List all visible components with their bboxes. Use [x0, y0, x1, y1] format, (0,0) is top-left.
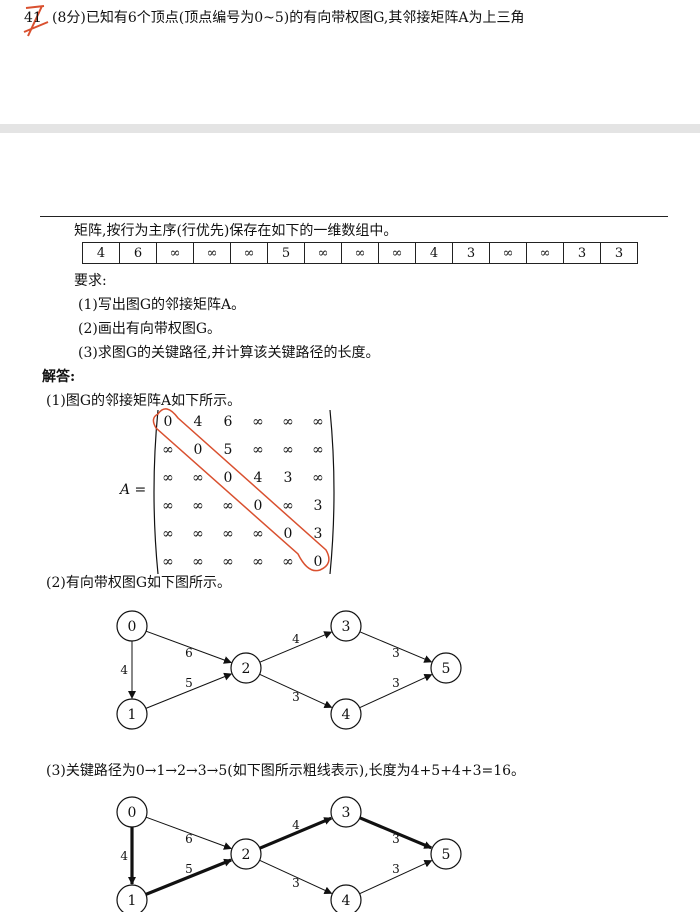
array-cell: ∞: [156, 242, 194, 264]
question-continuation: 矩阵,按行为主序(行优先)保存在如下的一维数组中。: [74, 223, 398, 239]
requirements-label: 要求:: [74, 273, 107, 289]
answer-label: 解答:: [42, 369, 76, 385]
array-cell: 3: [563, 242, 601, 264]
matrix-cell: ∞: [252, 526, 264, 542]
matrix-left-bracket: [153, 409, 159, 575]
array-cell: 3: [600, 242, 638, 264]
matrix-cell: 0: [224, 470, 233, 486]
page-rule: [40, 216, 668, 217]
node-label: 5: [442, 847, 451, 863]
array-row: 4 6 ∞ ∞ ∞ 5 ∞ ∞ ∞ 4 3 ∞ ∞ 3 3: [82, 242, 638, 264]
edge-weight: 5: [185, 862, 193, 876]
edge-weight: 3: [392, 646, 400, 660]
array-cell: 4: [415, 242, 453, 264]
matrix-label: A =: [120, 482, 147, 498]
answer-part3: (3)关键路径为0→1→2→3→5(如下图所示粗线表示),长度为4+5+4+3=…: [46, 763, 526, 779]
edge-weight: 4: [292, 818, 300, 832]
directed-graph: 4 6 5 4 3 3 3 0 1 2 3 4 5: [116, 610, 462, 730]
matrix-right-bracket: [329, 409, 335, 575]
edge-weight: 3: [392, 862, 400, 876]
matrix-cell: ∞: [312, 442, 324, 458]
matrix-cell: ∞: [192, 526, 204, 542]
edge-weight: 3: [292, 690, 300, 704]
array-cell: ∞: [341, 242, 379, 264]
matrix-cell: ∞: [222, 526, 234, 542]
array-cell: ∞: [378, 242, 416, 264]
matrix-cell: 3: [314, 498, 323, 514]
page-break-band: [0, 124, 700, 133]
matrix-cell: 0: [284, 526, 293, 542]
node-label: 4: [342, 893, 351, 909]
array-cell: 6: [119, 242, 157, 264]
edge-weight: 4: [292, 632, 300, 646]
requirement-1: (1)写出图G的邻接矩阵A。: [78, 297, 246, 313]
array-cell: ∞: [193, 242, 231, 264]
matrix-cell: ∞: [282, 414, 294, 430]
question-text: (8分)已知有6个顶点(顶点编号为0~5)的有向带权图G,其邻接矩阵A为上三角: [52, 10, 525, 26]
answer-part2: (2)有向带权图G如下图所示。: [46, 575, 232, 591]
matrix-cell: ∞: [192, 470, 204, 486]
matrix-cell: 3: [284, 470, 293, 486]
array-cell: 3: [452, 242, 490, 264]
matrix-cell: ∞: [162, 470, 174, 486]
array-cell: 5: [267, 242, 305, 264]
node-label: 3: [342, 619, 351, 635]
matrix-cell: 0: [194, 442, 203, 458]
matrix-cell: ∞: [162, 498, 174, 514]
matrix-cell: ∞: [252, 554, 264, 570]
matrix-cell: ∞: [222, 554, 234, 570]
edge-weight: 6: [185, 646, 193, 660]
critical-path-graph: 4 6 5 4 3 3 3 0 1 2 3 4 5: [116, 796, 462, 912]
edge-weight: 6: [185, 832, 193, 846]
node-label: 0: [128, 619, 137, 635]
matrix-cell: ∞: [192, 498, 204, 514]
question-number: 41: [24, 10, 42, 26]
matrix-cell: ∞: [162, 526, 174, 542]
matrix-cell: 0: [314, 554, 323, 570]
matrix-cell: 5: [224, 442, 233, 458]
edge-weight: 4: [120, 663, 128, 677]
edge-weight: 3: [392, 676, 400, 690]
node-label: 4: [342, 707, 351, 723]
matrix-cell: ∞: [162, 442, 174, 458]
requirement-3: (3)求图G的关键路径,并计算该关键路径的长度。: [78, 345, 380, 361]
edge-weight: 5: [185, 676, 193, 690]
matrix-cell: 4: [194, 414, 203, 430]
matrix-cell: 6: [224, 414, 233, 430]
matrix-cell: ∞: [192, 554, 204, 570]
node-label: 1: [128, 893, 137, 909]
array-table: 4 6 ∞ ∞ ∞ 5 ∞ ∞ ∞ 4 3 ∞ ∞ 3 3: [82, 242, 638, 264]
node-label: 2: [242, 847, 251, 863]
matrix-cell: ∞: [162, 554, 174, 570]
matrix-cell: 0: [164, 414, 173, 430]
diagonal-annotation: [152, 408, 330, 572]
node-label: 0: [128, 805, 137, 821]
matrix-cell: 4: [254, 470, 263, 486]
edge-weight: 3: [392, 832, 400, 846]
matrix-cell: ∞: [312, 414, 324, 430]
array-cell: ∞: [526, 242, 564, 264]
adjacency-matrix: 0 4 6 ∞ ∞ ∞∞ 0 5 ∞ ∞ ∞∞ ∞ 0 4 3 ∞∞ ∞ ∞ 0 ∞ 3∞ ∞ ∞ ∞ 0 3∞ ∞ ∞ ∞ ∞ 0: [152, 408, 335, 575]
node-label: 2: [242, 661, 251, 677]
matrix-cell: ∞: [312, 470, 324, 486]
matrix-cell: ∞: [252, 414, 264, 430]
matrix-cell: ∞: [282, 442, 294, 458]
array-cell: ∞: [489, 242, 527, 264]
matrix-cell: ∞: [222, 498, 234, 514]
edge-weight: 4: [120, 849, 128, 863]
matrix-cell: ∞: [282, 554, 294, 570]
node-label: 1: [128, 707, 137, 723]
matrix-cell: ∞: [252, 442, 264, 458]
array-cell: ∞: [230, 242, 268, 264]
node-label: 5: [442, 661, 451, 677]
node-label: 3: [342, 805, 351, 821]
matrix-cell: 0: [254, 498, 263, 514]
requirement-2: (2)画出有向带权图G。: [78, 321, 222, 337]
edge-weight: 3: [292, 876, 300, 890]
array-cell: 4: [82, 242, 120, 264]
array-cell: ∞: [304, 242, 342, 264]
